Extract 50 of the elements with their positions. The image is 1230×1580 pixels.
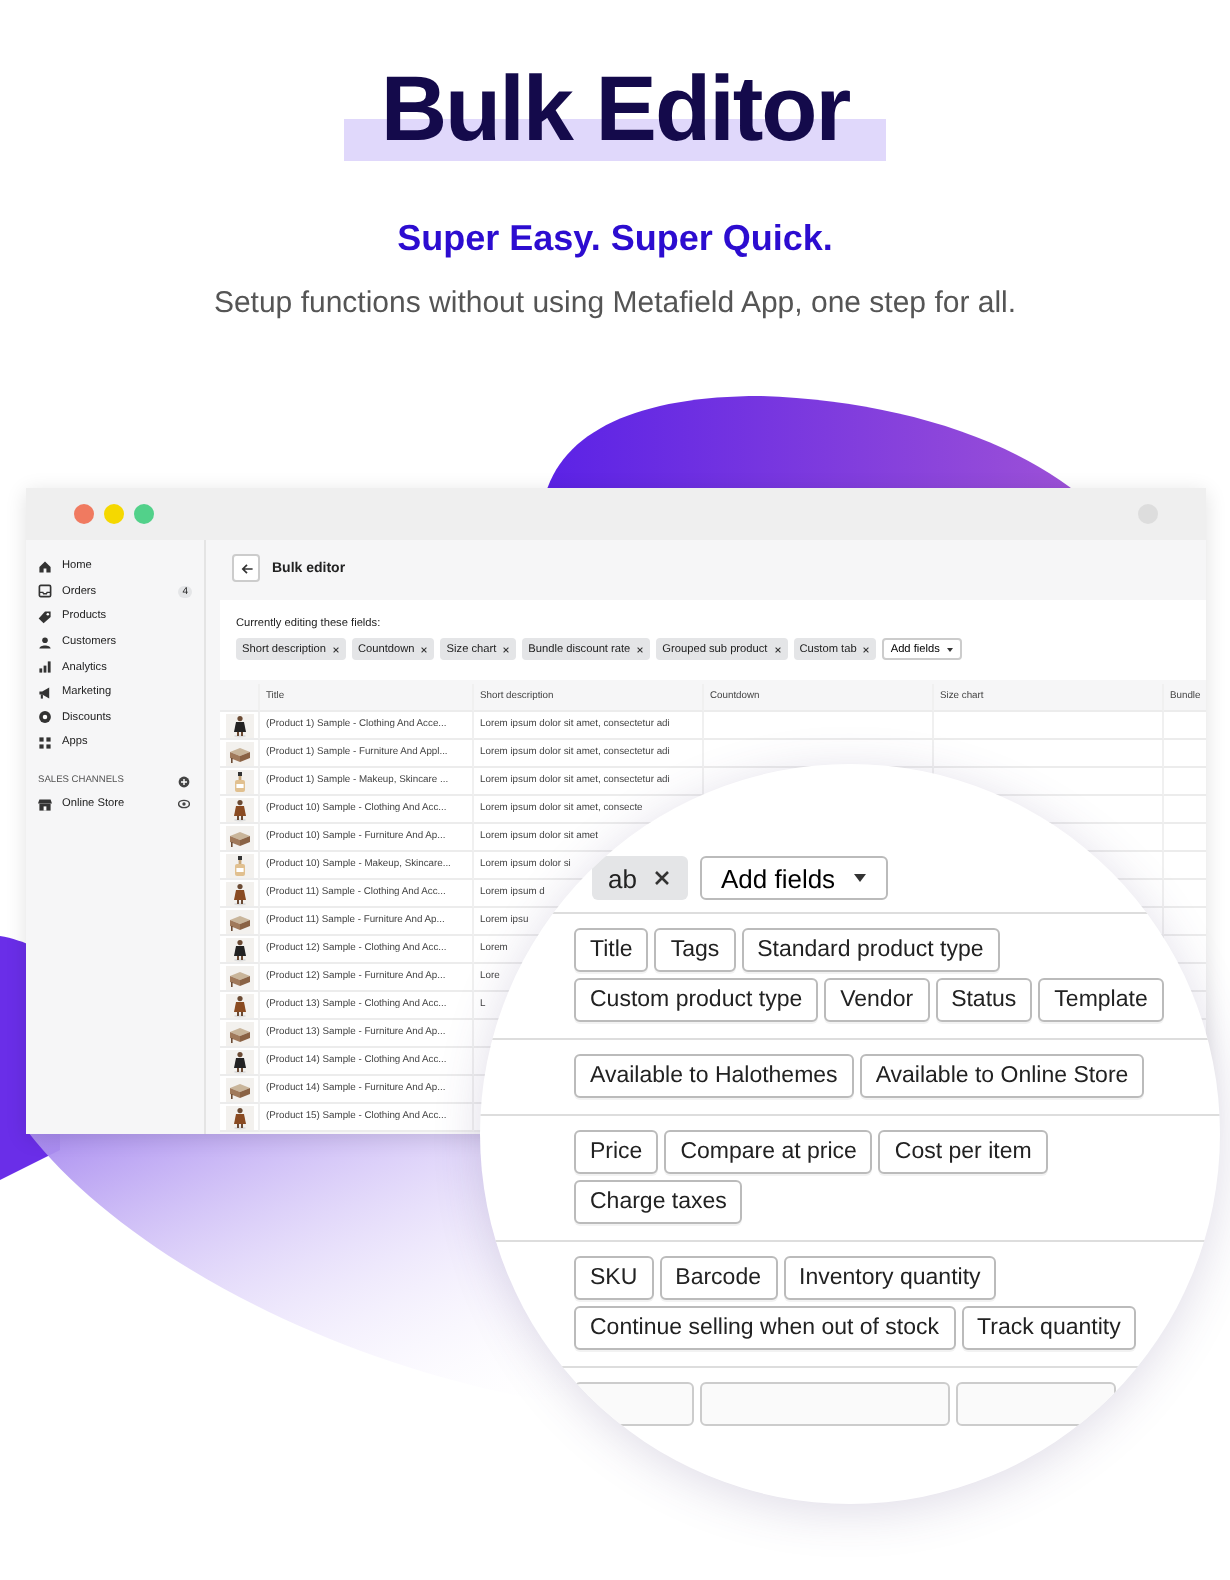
field-option-button[interactable]: SKU [574, 1256, 654, 1300]
tag-icon [38, 609, 52, 624]
close-icon [331, 645, 340, 653]
home-icon [38, 559, 52, 574]
close-icon [502, 645, 511, 653]
megaphone-icon [38, 685, 52, 700]
badge-icon [38, 710, 52, 725]
back-button[interactable] [232, 554, 260, 582]
close-icon [773, 645, 782, 653]
close-window-icon[interactable] [74, 504, 94, 524]
minimize-window-icon[interactable] [104, 504, 124, 524]
field-chip[interactable]: ab [592, 856, 689, 900]
field-option-button[interactable]: Title [574, 928, 649, 972]
field-option-button[interactable]: Barcode [659, 1256, 777, 1300]
tagline: Super Easy. Super Quick. [397, 216, 833, 260]
inbox-icon [38, 584, 52, 599]
close-icon [420, 645, 429, 653]
field-option-button[interactable]: Compare at price [664, 1130, 873, 1174]
caret-icon [945, 645, 954, 653]
caret-icon [851, 870, 868, 886]
field-option-button[interactable] [574, 1382, 694, 1426]
store-icon [38, 797, 52, 812]
field-option-button[interactable]: Template [1038, 978, 1164, 1022]
close-icon [636, 645, 645, 653]
field-option-button[interactable] [956, 1382, 1116, 1426]
add-fields-button[interactable]: Add fields [700, 856, 888, 900]
close-icon [652, 868, 673, 888]
eye-icon [178, 798, 190, 811]
plus-circle-icon [178, 775, 190, 788]
bar-chart-icon [38, 660, 52, 675]
field-option-button[interactable]: Charge taxes [574, 1180, 743, 1224]
maximize-window-icon[interactable] [134, 504, 154, 524]
field-option-button[interactable]: Price [574, 1130, 659, 1174]
field-option-button[interactable]: Available to Halothemes [574, 1054, 854, 1098]
field-option-button[interactable]: Inventory quantity [783, 1256, 997, 1300]
person-icon [38, 635, 52, 650]
field-option-button[interactable]: Vendor [824, 978, 930, 1022]
field-option-button[interactable]: Standard product type [741, 928, 1000, 972]
field-option-button[interactable]: Tags [654, 928, 736, 972]
back-arrow-icon [239, 561, 253, 575]
field-option-button[interactable]: Cost per item [878, 1130, 1048, 1174]
field-option-button[interactable]: Track quantity [961, 1306, 1137, 1350]
field-option-button[interactable]: Continue selling when out of stock [574, 1306, 956, 1350]
field-option-button[interactable]: Custom product type [574, 978, 819, 1022]
grid-icon [38, 735, 52, 750]
field-option-button[interactable]: Available to Online Store [859, 1054, 1145, 1098]
subtitle: Setup functions without using Metafield App, one step for all. [213, 284, 1017, 324]
field-option-button[interactable]: Status [935, 978, 1033, 1022]
field-option-button[interactable] [700, 1382, 950, 1426]
close-icon [862, 645, 871, 653]
